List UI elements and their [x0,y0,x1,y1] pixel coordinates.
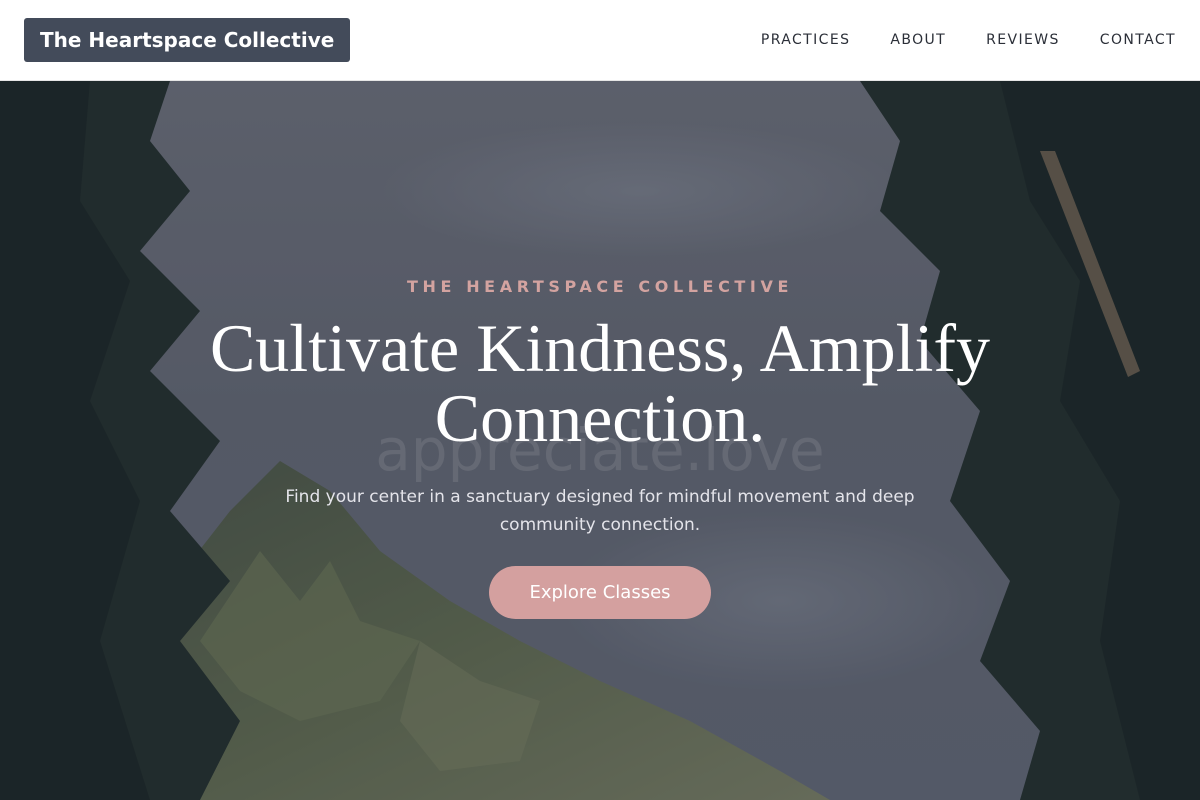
hero-content: appreciate.love THE HEARTSPACE COLLECTIV… [0,81,1200,800]
brand-logo-button[interactable]: The Heartspace Collective [24,18,351,62]
hero-section: appreciate.love THE HEARTSPACE COLLECTIV… [0,81,1200,800]
nav-link-contact[interactable]: CONTACT [1100,32,1176,48]
hero-eyebrow: THE HEARTSPACE COLLECTIVE [406,277,793,296]
hero-headline-line-1: Cultivate Kindness, Amplify [209,310,991,386]
hero-subtext: Find your center in a sanctuary designed… [285,487,915,535]
nav-link-reviews[interactable]: REVIEWS [986,32,1060,48]
site-header: The Heartspace Collective PRACTICES ABOU… [0,0,1200,81]
main-nav: PRACTICES ABOUT REVIEWS CONTACT [721,0,1176,80]
nav-link-practices[interactable]: PRACTICES [761,32,851,48]
explore-classes-button[interactable]: Explore Classes [489,566,711,619]
nav-link-about[interactable]: ABOUT [890,32,946,48]
hero-watermark-text: appreciate.love [375,416,825,484]
